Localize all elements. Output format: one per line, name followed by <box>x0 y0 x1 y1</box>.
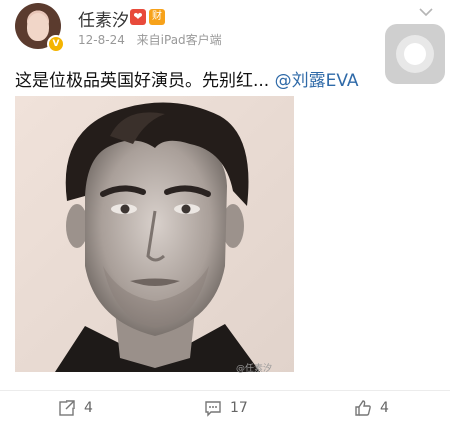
repost-button[interactable]: 4 <box>58 398 118 418</box>
post-text: 这是位极品英国好演员。先别红... @刘露EVA <box>15 66 359 91</box>
chevron-down-icon[interactable] <box>418 6 434 18</box>
mention-link[interactable]: @刘露EVA <box>275 71 359 91</box>
assistive-touch-icon[interactable] <box>385 24 445 84</box>
like-count: 4 <box>380 400 389 416</box>
portrait-image <box>15 96 294 372</box>
like-button[interactable]: 4 <box>354 398 414 418</box>
thumbs-up-icon <box>355 400 371 416</box>
repost-count: 4 <box>84 400 93 416</box>
username[interactable]: 任素汐 <box>78 6 129 31</box>
avatar-face <box>27 13 49 41</box>
post-source: 来自iPad客户端 <box>136 33 222 47</box>
post-body: 这是位极品英国好演员。先别红... <box>15 71 270 91</box>
comment-button[interactable]: 17 <box>204 398 264 418</box>
post-date: 12-8-24 <box>78 33 125 47</box>
comment-icon <box>205 401 221 417</box>
assistive-touch-dot <box>404 43 426 65</box>
fortune-badge-icon[interactable]: 财 <box>149 9 165 25</box>
image-watermark: @任素汐 <box>236 364 273 374</box>
verified-v-icon: V <box>47 35 65 53</box>
comment-count: 17 <box>230 400 248 416</box>
post-meta: 12-8-24 来自iPad客户端 <box>78 31 222 48</box>
repost-icon <box>59 400 75 416</box>
post-photo[interactable] <box>15 96 294 372</box>
heart-badge-icon[interactable]: ❤ <box>130 9 146 25</box>
action-bar: 4 17 4 <box>0 390 450 426</box>
weibo-post-card: V 任素汐 ❤ 财 12-8-24 来自iPad客户端 这是位极品英国好演员。先… <box>0 0 450 390</box>
